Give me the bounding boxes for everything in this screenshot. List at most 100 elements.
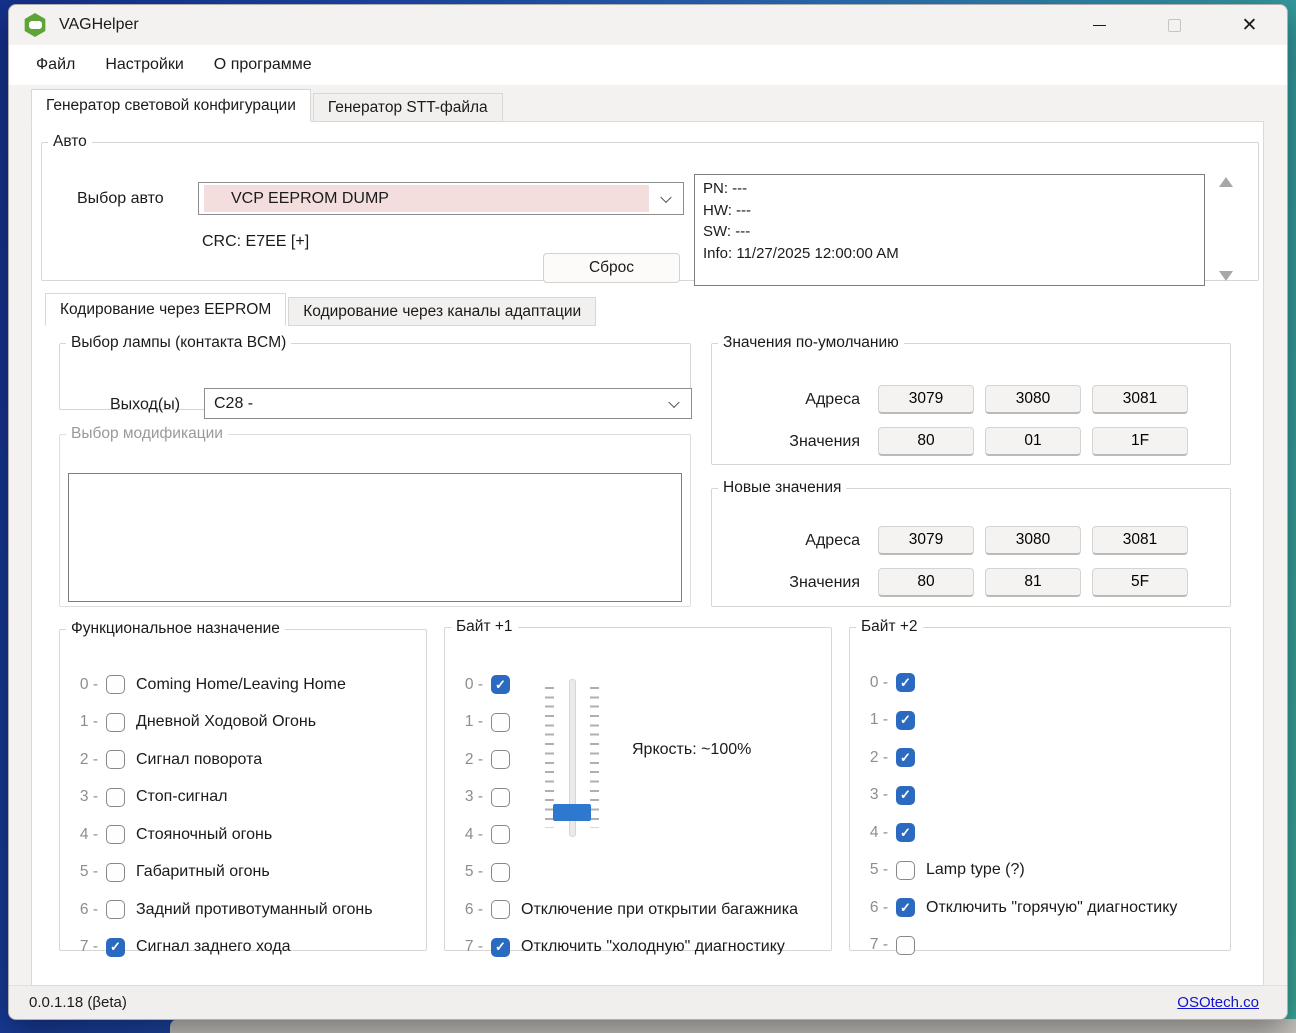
byte2-bit-number-3: 3 - (864, 786, 888, 804)
slider-ticks-right (590, 687, 599, 828)
new-values-cell-1-1[interactable]: 81 (985, 568, 1081, 597)
byte2-checkbox-6[interactable]: ✓ (896, 898, 915, 917)
app-window: VAGHelper ✕ ФайлНастройкиО программе Ген… (8, 4, 1288, 1020)
byte2-row-1: 1 -✓ (864, 711, 1177, 730)
byte1-checkbox-5[interactable] (491, 863, 510, 882)
coding-tab-0[interactable]: Кодирование через EEPROM (45, 293, 286, 326)
function-checkbox-2[interactable] (106, 750, 125, 769)
function-checkbox-6[interactable] (106, 900, 125, 919)
menu-item-settings[interactable]: Настройки (90, 49, 198, 81)
minimize-icon (1093, 25, 1106, 26)
crc-label: CRC: E7EE [+] (202, 233, 309, 251)
modification-listbox[interactable] (68, 473, 682, 602)
new-values-row-label-0: Адреса (712, 532, 860, 550)
byte2-row-6: 6 -✓Отключить "горячую" диагностику (864, 898, 1177, 917)
function-label-0: Coming Home/Leaving Home (136, 676, 346, 694)
main-tab-1[interactable]: Генератор STT-файла (313, 93, 503, 122)
new-values-cell-0-1[interactable]: 3080 (985, 526, 1081, 555)
close-button[interactable]: ✕ (1212, 5, 1287, 45)
byte2-checkbox-4[interactable]: ✓ (896, 823, 915, 842)
info-line-1: HW: --- (703, 200, 1196, 222)
info-line-3: Info: 11/27/2025 12:00:00 AM (703, 243, 1196, 265)
function-checkbox-7[interactable]: ✓ (106, 938, 125, 957)
byte1-checkbox-0[interactable]: ✓ (491, 675, 510, 694)
menu-item-about[interactable]: О программе (199, 49, 327, 81)
desktop-taskbar-strip (170, 1019, 1296, 1033)
function-checkbox-1[interactable] (106, 713, 125, 732)
new-values-cell-0-2[interactable]: 3081 (1092, 526, 1188, 555)
coding-tab-strip: Кодирование через EEPROMКодирование чере… (45, 293, 596, 326)
info-scrollbar (1218, 177, 1234, 281)
reset-button[interactable]: Сброс (543, 253, 680, 283)
scroll-up-icon[interactable] (1219, 177, 1233, 187)
byte1-label-6: Отключение при открытии багажника (521, 901, 798, 919)
byte1-checkbox-7[interactable]: ✓ (491, 938, 510, 957)
info-line-0: PN: --- (703, 178, 1196, 200)
byte2-bit-number-2: 2 - (864, 749, 888, 767)
byte1-checkbox-4[interactable] (491, 825, 510, 844)
default-values-row-label-0: Адреса (712, 391, 860, 409)
car-select-combobox[interactable]: VCP EEPROM DUMP (198, 182, 684, 215)
function-checkbox-4[interactable] (106, 825, 125, 844)
modification-group-legend: Выбор модификации (66, 425, 228, 443)
byte2-checkbox-3[interactable]: ✓ (896, 786, 915, 805)
function-row-7: 7 -✓Сигнал заднего хода (74, 938, 373, 957)
slider-thumb[interactable] (553, 804, 591, 821)
function-checkbox-0[interactable] (106, 675, 125, 694)
function-bit-number-1: 1 - (74, 713, 98, 731)
coding-tab-1[interactable]: Кодирование через каналы адаптации (288, 297, 596, 326)
default-values-cell-0-0[interactable]: 3079 (878, 385, 974, 414)
output-combobox[interactable]: C28 - (204, 388, 692, 419)
new-values-cell-1-0[interactable]: 80 (878, 568, 974, 597)
byte2-checkbox-7[interactable] (896, 936, 915, 955)
app-icon (23, 13, 47, 37)
byte2-bit-number-0: 0 - (864, 674, 888, 692)
new-values-cell-0-0[interactable]: 3079 (878, 526, 974, 555)
byte2-checkbox-5[interactable] (896, 861, 915, 880)
byte1-checkbox-1[interactable] (491, 713, 510, 732)
scroll-down-icon[interactable] (1219, 271, 1233, 281)
default-values-cell-0-1[interactable]: 3080 (985, 385, 1081, 414)
main-tab-0[interactable]: Генератор световой конфигурации (31, 89, 311, 122)
menu-item-file[interactable]: Файл (21, 49, 90, 81)
chevron-down-icon (668, 396, 679, 407)
byte1-checkbox-6[interactable] (491, 900, 510, 919)
byte1-checkbox-3[interactable] (491, 788, 510, 807)
byte1-row-0: 0 -✓ (459, 675, 798, 694)
byte1-bit-number-7: 7 - (459, 938, 483, 956)
new-values-cell-1-2[interactable]: 5F (1092, 568, 1188, 597)
default-values-cell-0-2[interactable]: 3081 (1092, 385, 1188, 414)
osotech-link[interactable]: OSOtech.co (1177, 994, 1259, 1011)
byte2-row-3: 3 - ✓ (864, 786, 1177, 805)
byte1-bit-number-2: 2 - (459, 751, 483, 769)
minimize-button[interactable] (1062, 5, 1137, 45)
byte1-row-4: 4 - (459, 825, 798, 844)
car-glyph (29, 21, 42, 29)
function-checkbox-5[interactable] (106, 863, 125, 882)
byte1-bit-number-5: 5 - (459, 863, 483, 881)
function-checkbox-3[interactable] (106, 788, 125, 807)
modification-group: Выбор модификации (59, 425, 691, 607)
default-values-row-0: Адреса 3079 3080 3081 (712, 385, 1230, 414)
byte2-label-5: Lamp type (?) (926, 861, 1025, 879)
new-values-row-label-1: Значения (712, 574, 860, 592)
auto-group-legend: Авто (48, 133, 92, 151)
default-values-cell-1-1[interactable]: 01 (985, 427, 1081, 456)
byte2-checkbox-2[interactable]: ✓ (896, 748, 915, 767)
car-info-textbox[interactable]: PN: ---HW: ---SW: ---Info: 11/27/2025 12… (694, 174, 1205, 286)
byte2-checkbox-1[interactable]: ✓ (896, 711, 915, 730)
function-bit-number-7: 7 - (74, 938, 98, 956)
output-value: C28 - (214, 395, 253, 413)
default-values-cell-1-2[interactable]: 1F (1092, 427, 1188, 456)
function-label-2: Сигнал поворота (136, 751, 262, 769)
byte1-row-1: 1 - (459, 713, 798, 732)
function-bit-number-2: 2 - (74, 751, 98, 769)
byte1-checkbox-2[interactable] (491, 750, 510, 769)
byte2-checkbox-0[interactable]: ✓ (896, 673, 915, 692)
byte1-label-7: Отключить "холодную" диагностику (521, 938, 785, 956)
menubar: ФайлНастройкиО программе (9, 45, 1287, 85)
default-values-cell-1-0[interactable]: 80 (878, 427, 974, 456)
titlebar: VAGHelper ✕ (9, 5, 1287, 45)
maximize-button[interactable] (1137, 5, 1212, 45)
function-group: Функциональное назначение 0 -Coming Home… (59, 620, 427, 951)
